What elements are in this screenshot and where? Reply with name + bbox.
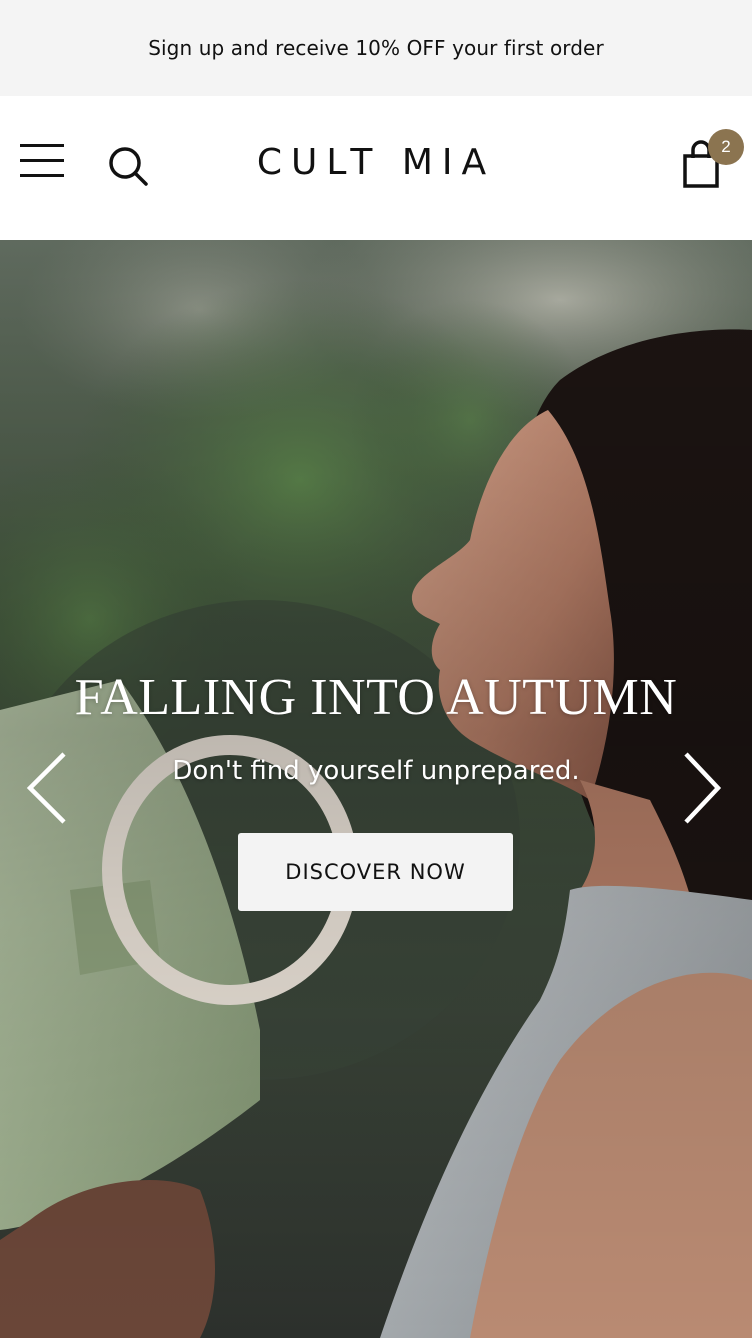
hero-title: FALLING INTO AUTUMN <box>74 669 678 726</box>
brand-logo[interactable]: CULT MIA <box>226 142 526 183</box>
hero-banner: FALLING INTO AUTUMN Don't find yourself … <box>0 240 752 1338</box>
hero-image <box>0 240 752 1338</box>
cart-count-badge[interactable]: 2 <box>708 129 744 165</box>
announcement-bar[interactable]: Sign up and receive 10% OFF your first o… <box>0 0 752 96</box>
discover-now-button[interactable]: DISCOVER NOW <box>238 833 513 911</box>
site-header: CULT MIA 2 <box>0 96 752 240</box>
chevron-left-icon[interactable] <box>24 750 70 826</box>
chevron-right-icon[interactable] <box>680 750 726 826</box>
announcement-text: Sign up and receive 10% OFF your first o… <box>148 36 604 60</box>
hamburger-menu-icon[interactable] <box>20 144 64 180</box>
hero-subtitle: Don't find yourself unprepared. <box>172 756 580 786</box>
search-icon[interactable] <box>106 144 150 188</box>
